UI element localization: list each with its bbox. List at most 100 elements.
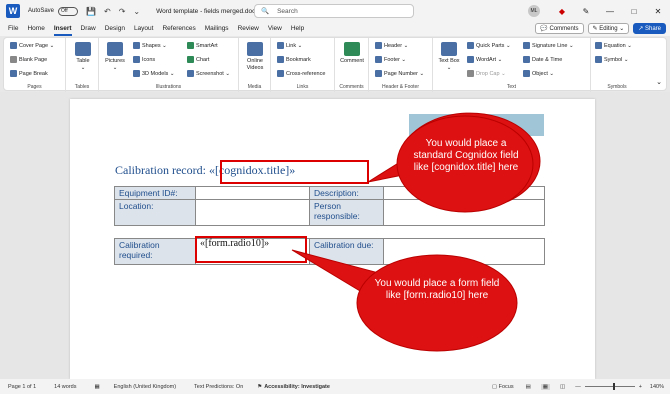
icons-label: Icons — [142, 56, 156, 63]
table-cell[interactable] — [383, 238, 545, 265]
zoom-level[interactable]: 140% — [650, 384, 664, 390]
document-title[interactable]: Word template - fields merged.docx — [156, 8, 258, 15]
redo-icon[interactable]: ↷ — [119, 7, 126, 16]
word-icon: W — [6, 4, 20, 18]
text-predictions-label[interactable]: Text Predictions: On — [194, 384, 243, 390]
object-label: Object — [532, 70, 548, 77]
tab-references[interactable]: References — [162, 22, 195, 36]
comment-button[interactable]: Comment — [338, 42, 366, 65]
online-videos-label: Online Videos — [246, 58, 264, 71]
equipment-table: Equipment ID#: Description: Location: Pe… — [114, 186, 545, 226]
tab-help[interactable]: Help — [291, 22, 304, 36]
pictures-button[interactable]: Pictures ⌄ — [103, 42, 127, 71]
editing-button[interactable]: ✎ Editing ⌄ — [587, 23, 630, 34]
cross-reference-button[interactable]: Cross-reference — [277, 70, 325, 77]
avatar[interactable]: ML — [528, 5, 540, 17]
focus-label[interactable]: Focus — [499, 384, 514, 390]
tab-insert[interactable]: Insert — [53, 22, 72, 36]
shapes-button[interactable]: Shapes ⌄ — [133, 42, 167, 49]
object-button[interactable]: Object ⌄ — [523, 70, 554, 77]
page-count[interactable]: Page 1 of 1 — [8, 384, 36, 390]
table-cell[interactable] — [383, 186, 545, 200]
group-illustrations: Pictures ⌄ Shapes ⌄ Icons 3D Models ⌄ Sma… — [99, 38, 239, 92]
signature-line-button[interactable]: Signature Line ⌄ — [523, 42, 574, 49]
callout-top-text: You would place a standard Cognidox fiel… — [413, 138, 519, 173]
footer-button[interactable]: Footer ⌄ — [375, 56, 406, 63]
tab-home[interactable]: Home — [27, 22, 44, 36]
tab-file[interactable]: File — [8, 22, 18, 36]
icons-button[interactable]: Icons — [133, 56, 155, 63]
date-time-button[interactable]: Date & Time — [523, 56, 562, 63]
tab-design[interactable]: Design — [105, 22, 125, 36]
online-videos-button[interactable]: Online Videos — [243, 42, 267, 71]
cover-page-button[interactable]: Cover Page ⌄ — [10, 42, 54, 49]
zoom-slider-thumb[interactable] — [613, 383, 616, 390]
quick-parts-button[interactable]: Quick Parts ⌄ — [467, 42, 511, 49]
bookmark-button[interactable]: Bookmark — [277, 56, 311, 63]
proofing-icon[interactable]: ▦ — [94, 384, 99, 390]
group-label-pages: Pages — [27, 84, 42, 90]
share-button[interactable]: ↗ Share — [633, 23, 666, 34]
zoom-in-icon[interactable]: + — [639, 384, 642, 390]
language-label[interactable]: English (United Kingdom) — [114, 384, 176, 390]
undo-icon[interactable]: ↶ — [104, 7, 111, 16]
drop-cap-button[interactable]: Drop Cap ⌄ — [467, 70, 506, 77]
focus-icon[interactable]: ▢ — [492, 384, 499, 390]
page-number-button[interactable]: Page Number ⌄ — [375, 70, 424, 77]
bookmark-label: Bookmark — [286, 56, 311, 63]
customize-toolbar-icon[interactable]: ⌄ — [133, 7, 140, 16]
quick-parts-icon — [467, 42, 474, 49]
wordart-button[interactable]: WordArt ⌄ — [467, 56, 502, 63]
table-cell[interactable] — [383, 199, 545, 226]
symbol-button[interactable]: Symbol ⌄ — [595, 56, 628, 63]
search-input[interactable]: 🔍 Search — [254, 4, 414, 18]
zoom-slider[interactable] — [584, 383, 635, 390]
smartart-label: SmartArt — [196, 42, 218, 49]
comment-icon: 💬 — [540, 26, 550, 32]
web-layout-icon[interactable]: ◫ — [560, 384, 565, 390]
chart-button[interactable]: Chart — [187, 56, 209, 63]
pen-icon[interactable]: ✎ — [574, 7, 598, 16]
comments-button[interactable]: 💬 Comments — [535, 23, 584, 34]
save-icon[interactable]: 💾 — [86, 7, 96, 16]
table-cell[interactable] — [195, 199, 310, 226]
table-button[interactable]: Table ⌄ — [73, 42, 93, 71]
tab-review[interactable]: Review — [238, 22, 259, 36]
accessibility-label[interactable]: Accessibility: Investigate — [264, 384, 330, 390]
header-button[interactable]: Header ⌄ — [375, 42, 408, 49]
smartart-button[interactable]: SmartArt — [187, 42, 218, 49]
autosave-state: Off — [61, 8, 68, 14]
text-box-icon — [441, 42, 457, 56]
zoom-out-icon[interactable]: — — [575, 384, 581, 390]
minimize-icon[interactable]: — — [598, 7, 622, 16]
signature-line-label: Signature Line — [532, 42, 568, 49]
diamond-icon[interactable]: ◆ — [550, 7, 574, 16]
screenshot-button[interactable]: Screenshot ⌄ — [187, 70, 230, 77]
collapse-ribbon-icon[interactable]: ⌄ — [656, 78, 662, 86]
cross-reference-label: Cross-reference — [286, 70, 326, 77]
tab-draw[interactable]: Draw — [81, 22, 96, 36]
tab-view[interactable]: View — [268, 22, 282, 36]
editing-label: Editing — [599, 25, 618, 32]
word-count[interactable]: 14 words — [54, 384, 76, 390]
maximize-icon[interactable]: □ — [622, 7, 646, 16]
group-media: Online Videos Media — [239, 38, 271, 92]
link-button[interactable]: Link ⌄ — [277, 42, 302, 49]
group-text: Text Box ⌄ Quick Parts ⌄ WordArt ⌄ Drop C… — [433, 38, 591, 92]
autosave-toggle[interactable]: Off — [58, 6, 79, 16]
equation-button[interactable]: Equation ⌄ — [595, 42, 632, 49]
close-icon[interactable]: ✕ — [646, 7, 670, 16]
share-label: Share — [644, 25, 661, 32]
print-layout-icon[interactable]: ▦ — [540, 383, 550, 390]
tab-layout[interactable]: Layout — [134, 22, 154, 36]
blank-page-button[interactable]: Blank Page — [10, 56, 47, 63]
table-row: Location: Person responsible: — [114, 199, 545, 226]
tab-mailings[interactable]: Mailings — [205, 22, 229, 36]
wordart-label: WordArt — [476, 56, 497, 63]
page-number-icon — [375, 70, 382, 77]
read-mode-icon[interactable]: ▤ — [526, 384, 531, 390]
text-box-button[interactable]: Text Box ⌄ — [437, 42, 461, 71]
page-break-button[interactable]: Page Break — [10, 70, 48, 77]
table-cell[interactable] — [195, 186, 310, 200]
3d-models-button[interactable]: 3D Models ⌄ — [133, 70, 174, 77]
